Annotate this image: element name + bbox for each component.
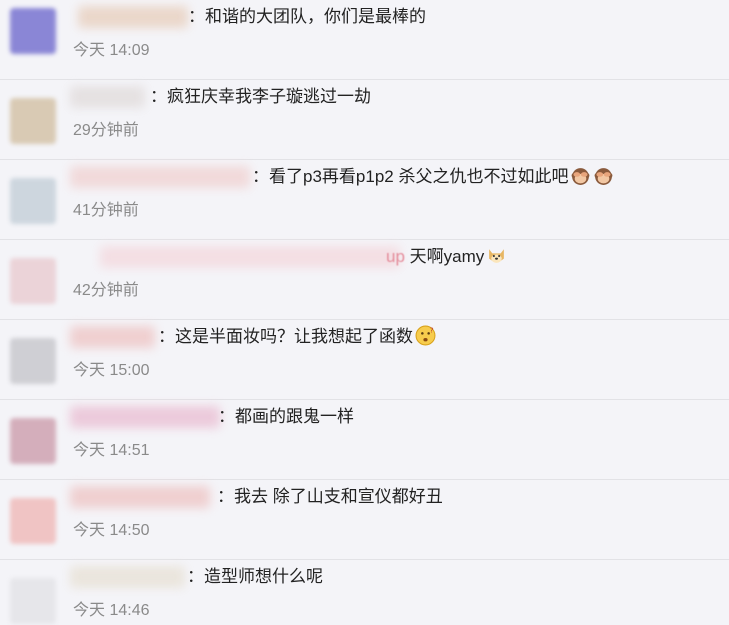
- comment-time: 今天 14:46: [73, 602, 150, 619]
- avatar[interactable]: [10, 178, 56, 224]
- comment-time: 今天 14:09: [73, 42, 150, 59]
- comment-time: 42分钟前: [73, 282, 139, 299]
- comment-text: ：这是半面妆吗？让我想起了函数: [158, 327, 413, 346]
- avatar[interactable]: [10, 8, 56, 54]
- comment-time: 29分钟前: [73, 122, 139, 139]
- comment-line: ：看了p3再看p1p2 杀父之仇也不过如此吧: [70, 164, 614, 190]
- comment-time: 今天 14:51: [73, 442, 150, 459]
- comment-line: ：疯狂庆幸我李子璇逃过一劫: [70, 84, 371, 110]
- monkey-see-no-evil-icon: [593, 165, 614, 186]
- comment-line: ：都画的跟鬼一样: [70, 404, 354, 430]
- comment-item: ：疯狂庆幸我李子璇逃过一劫 29分钟前: [0, 80, 729, 160]
- comment-time: 今天 15:00: [73, 362, 150, 379]
- avatar[interactable]: [10, 578, 56, 624]
- comment-text: 天啊yamy: [404, 247, 485, 266]
- comment-line: ：我去 除了山支和宣仪都好丑: [70, 484, 443, 510]
- comment-text: ：和谐的大团队，你们是最棒的: [188, 7, 426, 26]
- comment-line: ：造型师想什么呢: [70, 564, 323, 590]
- comment-time: 41分钟前: [73, 202, 139, 219]
- avatar[interactable]: [10, 98, 56, 144]
- comment-item: ：我去 除了山支和宣仪都好丑 今天 14:50: [0, 480, 729, 560]
- comment-text: ：造型师想什么呢: [187, 567, 323, 586]
- avatar[interactable]: [10, 338, 56, 384]
- monkey-see-no-evil-icon: [570, 165, 591, 186]
- comment-item: up 天啊yamy 42分钟前: [0, 240, 729, 320]
- comment-item: ：这是半面妆吗？让我想起了函数? 今天 15:00: [0, 320, 729, 400]
- avatar[interactable]: [10, 498, 56, 544]
- comment-text: ：我去 除了山支和宣仪都好丑: [217, 487, 443, 506]
- comment-item: ：都画的跟鬼一样 今天 14:51: [0, 400, 729, 480]
- comment-item: ：看了p3再看p1p2 杀父之仇也不过如此吧 41分钟前: [0, 160, 729, 240]
- comment-line: ：和谐的大团队，你们是最棒的: [70, 4, 426, 30]
- comment-list: ：和谐的大团队，你们是最棒的 今天 14:09 ：疯狂庆幸我李子璇逃过一劫 29…: [0, 0, 729, 625]
- comment-time: 今天 14:50: [73, 522, 150, 539]
- avatar[interactable]: [10, 258, 56, 304]
- doge-icon: [486, 245, 507, 266]
- avatar[interactable]: [10, 418, 56, 464]
- svg-text:?: ?: [430, 325, 434, 334]
- comment-text: ：看了p3再看p1p2 杀父之仇也不过如此吧: [252, 167, 569, 186]
- comment-text: ：都画的跟鬼一样: [218, 407, 354, 426]
- comment-line: up 天啊yamy: [70, 244, 507, 270]
- username-tail[interactable]: up: [386, 247, 405, 266]
- thinking-face-icon: ?: [415, 325, 436, 346]
- comment-line: ：这是半面妆吗？让我想起了函数?: [70, 324, 436, 350]
- comment-item: ：和谐的大团队，你们是最棒的 今天 14:09: [0, 0, 729, 80]
- comment-text: ：疯狂庆幸我李子璇逃过一劫: [150, 87, 371, 106]
- comment-item: ：造型师想什么呢 今天 14:46: [0, 560, 729, 625]
